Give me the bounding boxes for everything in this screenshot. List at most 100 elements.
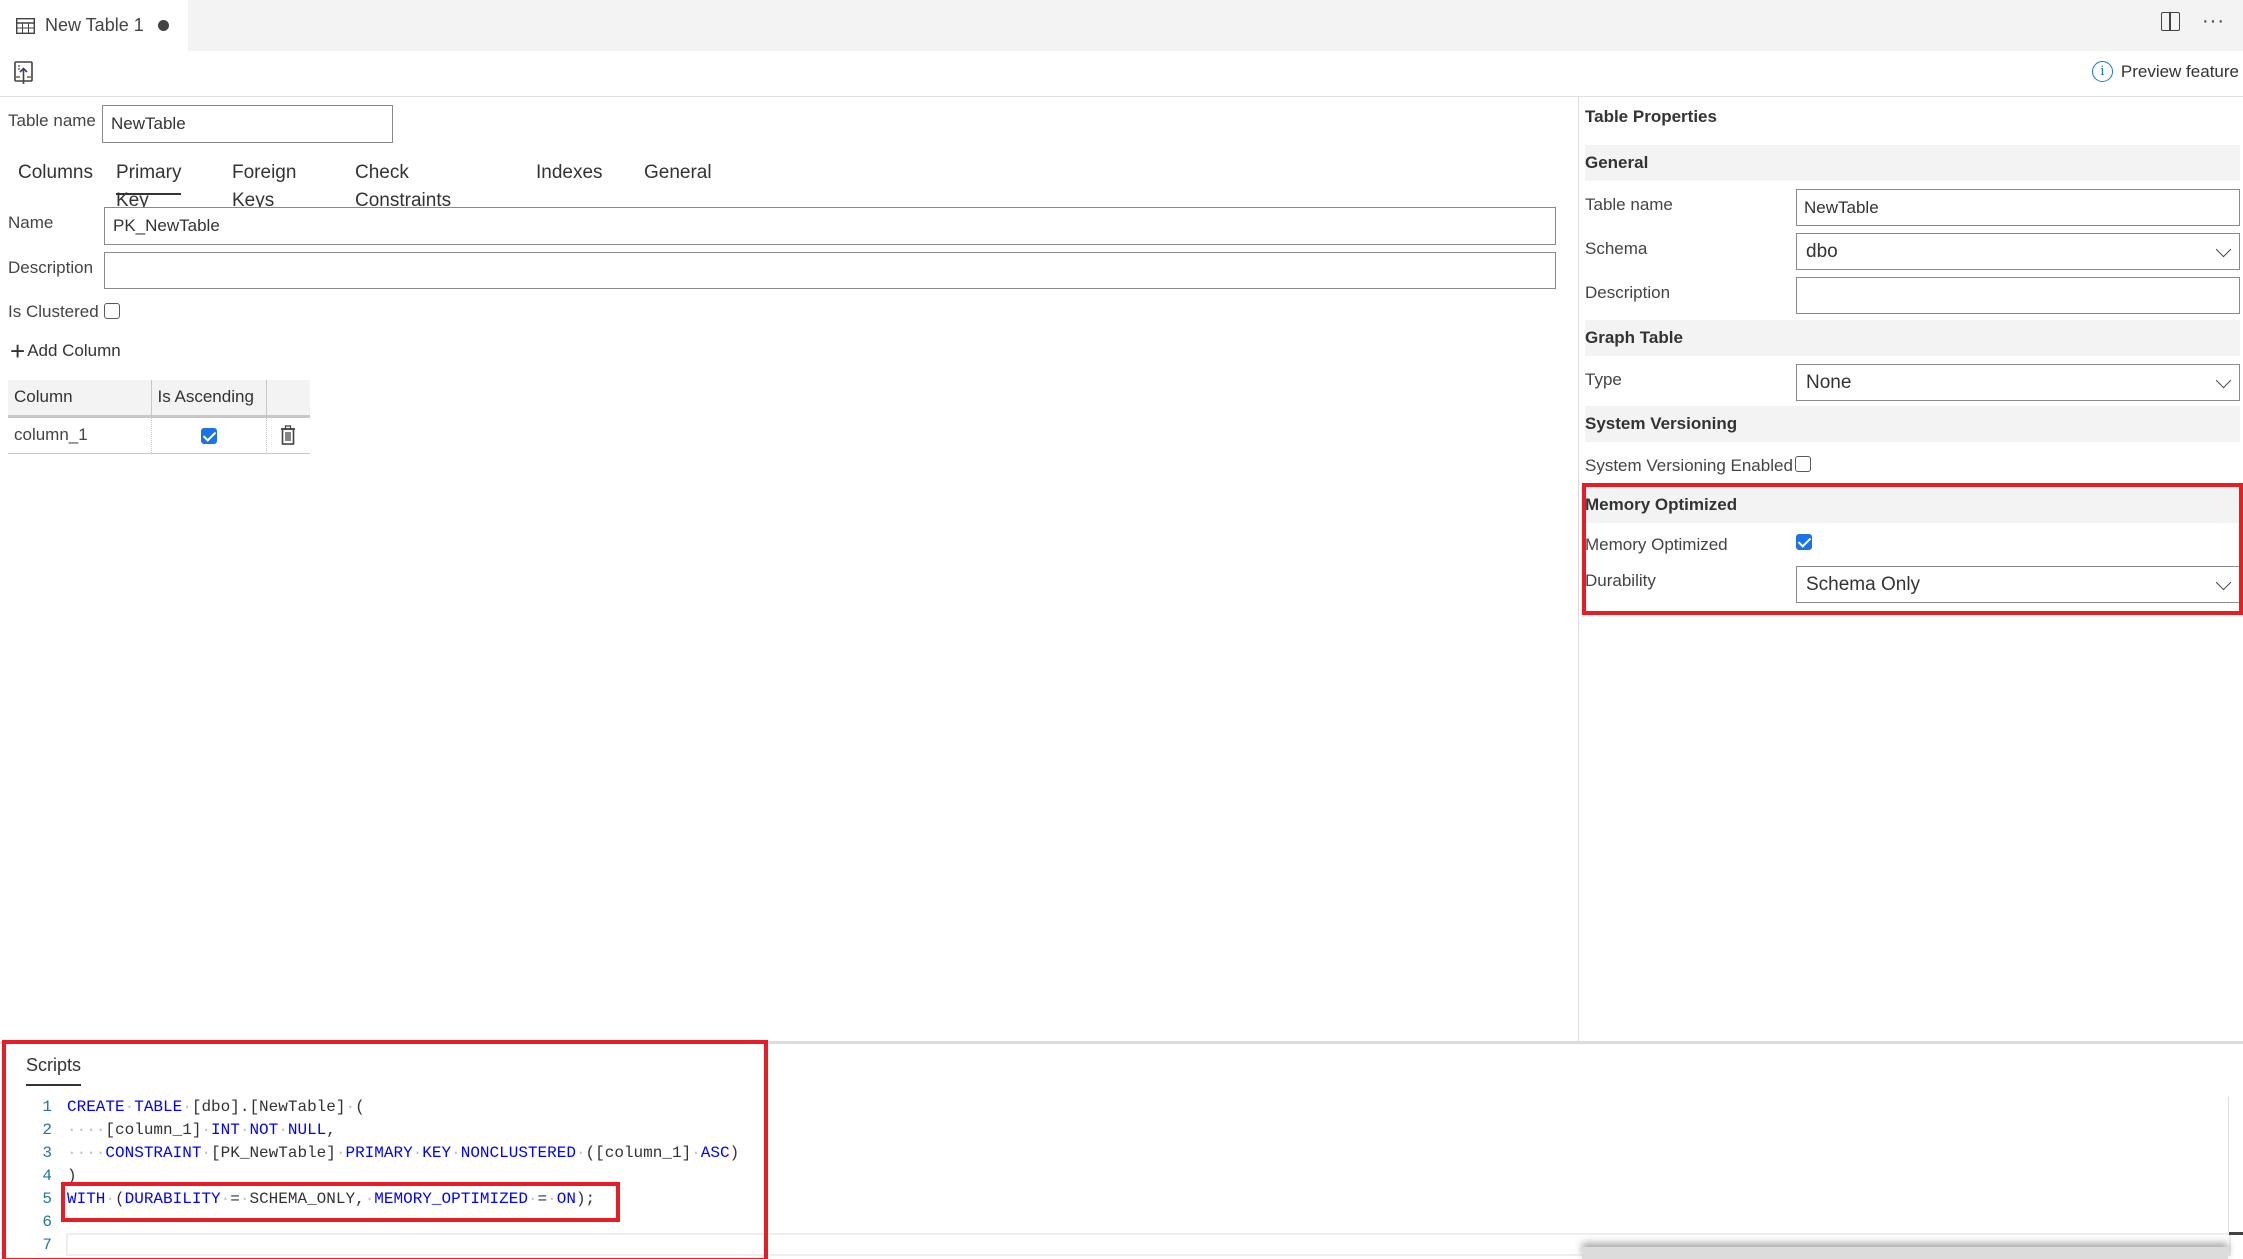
delete-cell [266, 416, 310, 454]
whitespace-marker: ···· [67, 1120, 106, 1139]
whitespace-marker: · [220, 1189, 231, 1208]
durability-value: Schema Only [1806, 573, 1921, 595]
script-editor[interactable]: 1 CREATE · TABLE · [dbo].[NewTable] ·(2 ···· [co… [30, 1095, 739, 1256]
code-line[interactable]: 4) [30, 1164, 739, 1187]
code-keyword: PRIMARY [345, 1143, 413, 1162]
prop-description-label: Description [1585, 283, 1671, 302]
code-text: [PK_NewTable] [211, 1143, 336, 1162]
code-keyword: INT [211, 1120, 240, 1139]
tab-check-constraints[interactable]: Check Constraints [355, 159, 451, 211]
pk-columns-table: Column Is Ascending column_1 [8, 380, 310, 454]
code-text: = [230, 1189, 240, 1208]
table-name-input[interactable]: NewTable [102, 105, 393, 143]
line-number: 7 [42, 1235, 52, 1254]
code-line[interactable]: 1 CREATE · TABLE · [dbo].[NewTable] ·( [30, 1095, 739, 1118]
plus-icon: + [10, 336, 26, 366]
graph-type-dropdown[interactable]: None [1796, 364, 2240, 401]
tab-general[interactable]: General [644, 159, 712, 195]
tab-foreign-keys[interactable]: Foreign Keys [232, 159, 296, 211]
editor-horizontal-scrollbar[interactable] [1582, 1247, 2228, 1259]
code-text: ( [355, 1097, 365, 1116]
line-number: 2 [42, 1120, 52, 1139]
schema-value: dbo [1806, 240, 1838, 262]
whitespace-marker: · [451, 1143, 461, 1162]
memory-optimized-checkbox[interactable] [1796, 534, 1812, 550]
code-keyword: KEY [422, 1143, 452, 1162]
prop-table-name-value: NewTable [1804, 197, 1879, 217]
is-clustered-checkbox[interactable] [104, 303, 120, 319]
whitespace-marker: · [527, 1189, 538, 1208]
editor-tab-bar: New Table 1 ··· [0, 0, 2243, 51]
schema-dropdown[interactable]: dbo [1796, 233, 2240, 270]
table-header-row: Column Is Ascending [8, 380, 310, 418]
system-versioning-enabled-label: System Versioning Enabled [1585, 456, 1793, 475]
add-column-button[interactable]: + Add Column [10, 336, 121, 366]
code-text: ([column_1] [585, 1143, 692, 1162]
whitespace-marker: · [201, 1120, 212, 1139]
more-actions-icon[interactable]: ··· [2202, 11, 2225, 31]
info-icon: i [2091, 61, 2113, 82]
code-keyword: CONSTRAINT [105, 1143, 202, 1162]
whitespace-marker: · [278, 1120, 288, 1139]
code-keyword: TABLE [134, 1097, 183, 1116]
code-line[interactable]: 7 [30, 1233, 739, 1256]
code-keyword: ASC [700, 1143, 730, 1162]
code-line[interactable]: 3 ···· CONSTRAINT · [PK_NewTable] · PRIMARY · KE… [30, 1141, 739, 1164]
durability-dropdown[interactable]: Schema Only [1796, 566, 2240, 603]
chevron-down-icon [2215, 241, 2232, 258]
code-keyword: WITH [67, 1189, 106, 1208]
code-keyword: NULL [287, 1120, 327, 1139]
durability-label: Durability [1585, 571, 1656, 590]
section-system-versioning: System Versioning [1585, 406, 2240, 442]
code-line[interactable]: 2 ···· [column_1] · INT · NOT · NULL, [30, 1118, 739, 1141]
preview-feature-label: Preview feature [2120, 61, 2239, 81]
publish-icon[interactable] [14, 61, 34, 85]
whitespace-marker: · [335, 1143, 346, 1162]
line-number: 1 [42, 1097, 52, 1116]
section-memory-optimized: Memory Optimized [1585, 487, 2240, 523]
editor-scroll-thumb[interactable] [2229, 1232, 2243, 1235]
code-keyword: MEMORY_OPTIMIZED [374, 1189, 528, 1208]
split-editor-icon[interactable] [2161, 12, 2181, 31]
whitespace-marker: · [345, 1097, 356, 1116]
code-keyword: ON [556, 1189, 576, 1208]
code-line[interactable]: 6 [30, 1210, 739, 1233]
chevron-down-icon [2215, 372, 2232, 389]
line-number: 5 [42, 1189, 52, 1208]
tab-new-table-1[interactable]: New Table 1 [0, 0, 188, 51]
code-line[interactable]: 5 WITH ·(DURABILITY · = · SCHEMA_ONLY, · MEMORY_… [30, 1187, 739, 1210]
preview-feature-notice[interactable]: i Preview feature [2091, 61, 2239, 82]
trash-icon[interactable] [280, 425, 296, 445]
prop-table-name-input[interactable]: NewTable [1796, 189, 2240, 226]
editor-vertical-scrollbar[interactable] [2228, 1097, 2243, 1232]
table-properties-panel: Table Properties General Table name NewT… [1583, 97, 2243, 1042]
column-name-cell[interactable]: column_1 [8, 416, 152, 454]
is-ascending-checkbox[interactable] [200, 427, 217, 444]
tab-primary-key[interactable]: Primary Key [116, 159, 182, 211]
scripts-tab[interactable]: Scripts [26, 1055, 82, 1086]
scripts-splitter[interactable] [0, 1041, 2243, 1044]
code-keyword: CREATE [67, 1097, 125, 1116]
column-header-is-ascending: Is Ascending [151, 380, 267, 418]
pk-name-input[interactable]: PK_NewTable [104, 207, 1556, 245]
table-name-value: NewTable [111, 114, 186, 133]
is-clustered-label: Is Clustered [8, 302, 99, 321]
whitespace-marker: · [547, 1189, 557, 1208]
tab-indexes[interactable]: Indexes [536, 159, 603, 195]
tab-columns[interactable]: Columns [18, 159, 93, 195]
pk-description-input[interactable] [104, 252, 1556, 289]
code-text: ); [575, 1189, 596, 1208]
whitespace-marker: · [364, 1189, 375, 1208]
unsaved-dot-icon[interactable] [157, 20, 169, 31]
chevron-down-icon [2215, 574, 2232, 591]
whitespace-marker: ···· [67, 1143, 106, 1162]
line-number: 3 [42, 1143, 52, 1162]
whitespace-marker: · [239, 1189, 250, 1208]
system-versioning-checkbox[interactable] [1795, 456, 1811, 472]
panel-divider[interactable] [1578, 97, 1579, 1042]
prop-description-input[interactable] [1796, 277, 2240, 314]
prop-table-name-label: Table name [1585, 195, 1673, 214]
table-properties-title: Table Properties [1585, 107, 1717, 126]
add-column-label: Add Column [27, 341, 121, 360]
designer-toolbar: i Preview feature [0, 51, 2243, 97]
